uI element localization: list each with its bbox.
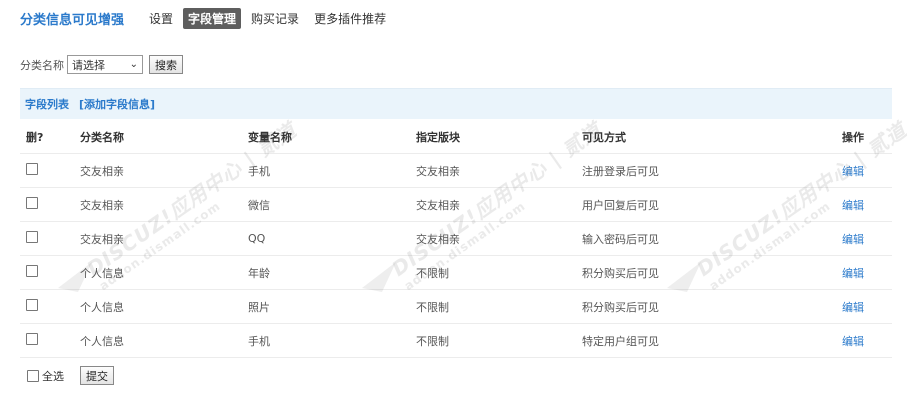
row-category: 交友相亲	[80, 232, 124, 246]
column-header-action: 操作	[842, 130, 864, 144]
row-category: 个人信息	[80, 334, 124, 348]
tab-more-plugins[interactable]: 更多插件推荐	[309, 8, 391, 29]
row-block: 不限制	[416, 266, 449, 280]
row-visibility: 积分购买后可见	[582, 266, 659, 280]
row-variable: QQ	[248, 232, 266, 245]
table-row: 个人信息 年龄 不限制 积分购买后可见 编辑	[20, 256, 892, 290]
category-select[interactable]: 请选择 ⌄	[67, 55, 143, 74]
select-all-label: 全选	[42, 369, 64, 383]
category-select-value: 请选择	[72, 58, 105, 72]
edit-link[interactable]: 编辑	[842, 163, 864, 179]
row-variable: 手机	[248, 334, 270, 348]
row-delete-checkbox[interactable]	[26, 299, 38, 311]
row-category: 个人信息	[80, 300, 124, 314]
table-row: 交友相亲 手机 交友相亲 注册登录后可见 编辑	[20, 154, 892, 188]
row-visibility: 用户回复后可见	[582, 198, 659, 212]
row-variable: 微信	[248, 198, 270, 212]
table-row: 个人信息 照片 不限制 积分购买后可见 编辑	[20, 290, 892, 324]
row-block: 交友相亲	[416, 198, 460, 212]
row-category: 交友相亲	[80, 198, 124, 212]
row-delete-checkbox[interactable]	[26, 265, 38, 277]
row-category: 交友相亲	[80, 164, 124, 178]
field-table: 删? 分类名称 变量名称 指定版块 可见方式 操作 交友相亲 手机 交友相亲 注…	[20, 120, 892, 358]
row-visibility: 注册登录后可见	[582, 164, 659, 178]
table-row: 个人信息 手机 不限制 特定用户组可见 编辑	[20, 324, 892, 358]
row-delete-checkbox[interactable]	[26, 333, 38, 345]
edit-link[interactable]: 编辑	[842, 265, 864, 281]
row-variable: 手机	[248, 164, 270, 178]
plugin-title: 分类信息可见增强	[20, 12, 125, 28]
row-block: 交友相亲	[416, 232, 460, 246]
edit-link[interactable]: 编辑	[842, 197, 864, 213]
row-block: 不限制	[416, 300, 449, 314]
row-delete-checkbox[interactable]	[26, 163, 38, 175]
row-delete-checkbox[interactable]	[26, 197, 38, 209]
column-header-variable: 变量名称	[248, 130, 292, 144]
row-block: 不限制	[416, 334, 449, 348]
row-visibility: 输入密码后可见	[582, 232, 659, 246]
row-visibility: 积分购买后可见	[582, 300, 659, 314]
row-delete-checkbox[interactable]	[26, 231, 38, 243]
search-button[interactable]: 搜索	[149, 55, 183, 74]
column-header-category: 分类名称	[80, 130, 124, 144]
chevron-down-icon: ⌄	[129, 59, 138, 70]
row-variable: 照片	[248, 300, 270, 314]
edit-link[interactable]: 编辑	[842, 299, 864, 315]
row-variable: 年龄	[248, 266, 270, 280]
edit-link[interactable]: 编辑	[842, 333, 864, 349]
table-row: 交友相亲 微信 交友相亲 用户回复后可见 编辑	[20, 188, 892, 222]
column-header-visibility: 可见方式	[582, 130, 626, 144]
submit-button[interactable]: 提交	[80, 366, 114, 385]
row-category: 个人信息	[80, 266, 124, 280]
select-all-checkbox[interactable]	[27, 369, 39, 382]
tab-settings[interactable]: 设置	[144, 8, 178, 29]
table-row: 交友相亲 QQ 交友相亲 输入密码后可见 编辑	[20, 222, 892, 256]
tab-field-management[interactable]: 字段管理	[183, 7, 242, 29]
filter-bar: 分类名称 请选择 ⌄ 搜索	[20, 55, 183, 74]
field-list-title: 字段列表	[25, 98, 69, 111]
top-nav: 分类信息可见增强 设置 字段管理 购买记录 更多插件推荐	[20, 7, 396, 29]
row-block: 交友相亲	[416, 164, 460, 178]
tab-purchase-records[interactable]: 购买记录	[246, 8, 304, 29]
row-visibility: 特定用户组可见	[582, 334, 659, 348]
field-list-header: 字段列表 [添加字段信息]	[20, 88, 892, 119]
table-header-row: 删? 分类名称 变量名称 指定版块 可见方式 操作	[20, 120, 892, 154]
column-header-block: 指定版块	[416, 130, 460, 144]
table-footer: 全选 提交	[27, 366, 114, 385]
edit-link[interactable]: 编辑	[842, 231, 864, 247]
add-field-link[interactable]: [添加字段信息]	[79, 96, 155, 112]
category-filter-label: 分类名称	[20, 58, 64, 72]
column-header-delete: 删?	[26, 130, 44, 144]
